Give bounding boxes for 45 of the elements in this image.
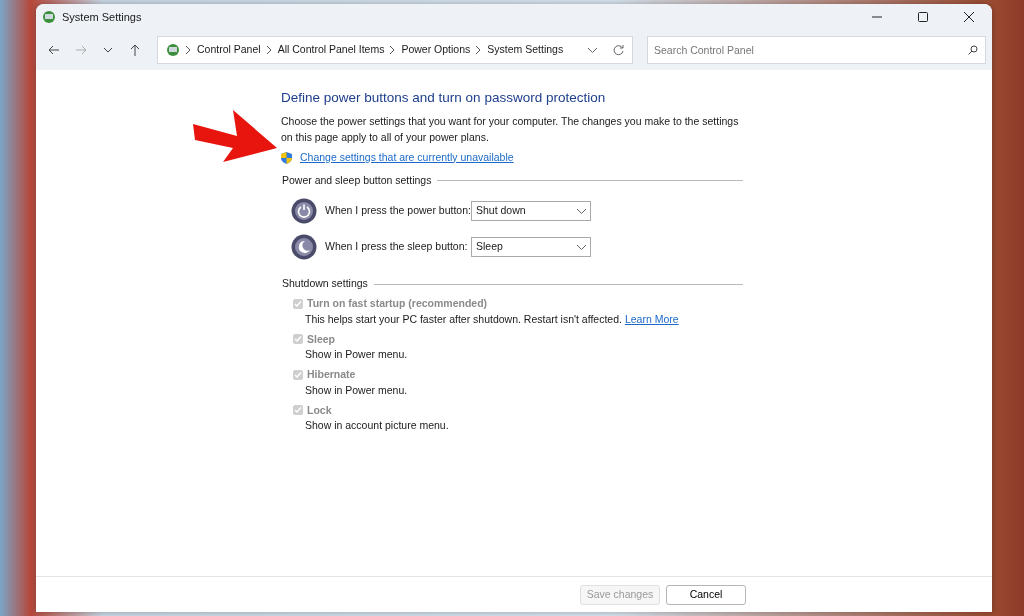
control-panel-icon	[166, 43, 180, 57]
breadcrumb-item[interactable]: System Settings	[487, 42, 564, 58]
option-description: Show in Power menu.	[305, 382, 409, 398]
option-label: Turn on fast startup (recommended)	[307, 296, 488, 311]
caret-icon	[577, 244, 586, 250]
chevron-down-icon	[104, 47, 113, 53]
option-label: Lock	[307, 402, 332, 418]
option-description: This helps start your PC faster after shutdown. Restart isn't affected.	[305, 312, 622, 325]
setting-label: When I press the power button:	[325, 203, 471, 219]
search-field[interactable]: Search Control Panel	[647, 36, 986, 64]
chevron-icon	[390, 46, 396, 54]
power-icon	[291, 198, 317, 225]
page-heading: Define power buttons and turn on password protection	[281, 89, 607, 107]
chevron-icon	[266, 46, 272, 54]
option-description: Show in account picture menu.	[305, 418, 450, 434]
shield-icon	[281, 151, 292, 164]
refresh-icon[interactable]	[613, 44, 624, 56]
breadcrumb-item[interactable]: Power Options	[401, 42, 471, 58]
search-icon	[968, 45, 978, 55]
section-title: Power and sleep button settings	[282, 172, 432, 188]
moon-icon	[291, 234, 317, 261]
back-arrow-icon	[47, 45, 60, 55]
section-title: Shutdown settings	[282, 276, 368, 292]
option-label: Sleep	[307, 331, 335, 347]
dialog-button[interactable]: Cancel	[666, 584, 746, 605]
admin-settings-link[interactable]: Change settings that are currently unavailable	[300, 149, 514, 166]
action-dropdown[interactable]: Sleep	[471, 237, 591, 258]
window-title: System Settings	[62, 9, 142, 25]
caret-icon	[577, 208, 586, 214]
dropdown-caret-icon[interactable]	[588, 47, 597, 53]
up-arrow-icon	[130, 44, 141, 56]
close-icon	[964, 12, 974, 22]
option-label: Hibernate	[307, 367, 356, 382]
page-description: Choose the power settings that you want for your computer. The changes you make to the settings on this page apply to all of your power plans.	[281, 114, 740, 145]
control-panel-icon	[42, 10, 56, 24]
setting-label: When I press the sleep button:	[325, 239, 469, 255]
chevron-icon	[186, 46, 191, 54]
breadcrumb-item[interactable]: Control Panel	[197, 42, 261, 58]
breadcrumb-item[interactable]: All Control Panel Items	[277, 42, 385, 58]
maximize-icon	[918, 12, 928, 22]
address-bar[interactable]: Control Panel All Control Panel Items Power Options System Settings	[157, 36, 633, 64]
option-description: Show in Power menu.	[305, 347, 409, 363]
chevron-icon	[476, 46, 482, 54]
action-dropdown[interactable]: Shut down	[471, 201, 591, 222]
forward-arrow-icon	[74, 45, 87, 55]
